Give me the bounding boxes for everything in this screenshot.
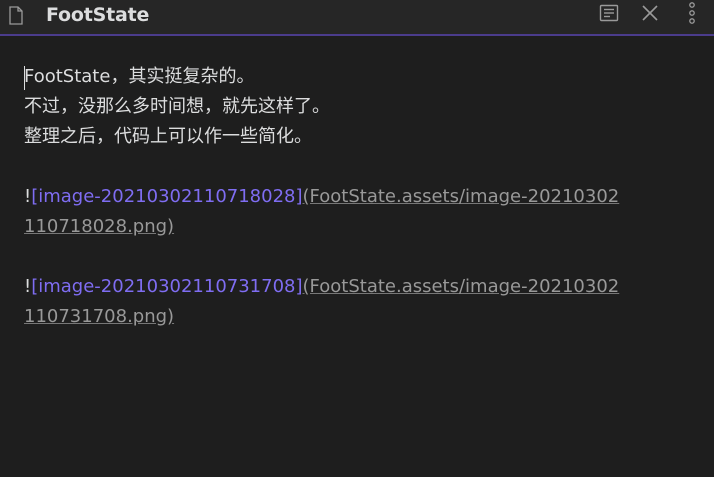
title-bar: FootState [0, 0, 714, 36]
image-embed-line: ![image-20210302110718028](FootState.ass… [24, 182, 654, 212]
reading-view-button[interactable] [597, 4, 621, 26]
text-line: FootState，其实挺复杂的。 [24, 62, 654, 92]
image-alt-text[interactable]: [image-20210302110718028] [31, 186, 302, 207]
image-embed-line-wrap: 110731708.png) [24, 302, 654, 332]
text-line: 整理之后，代码上可以作一些简化。 [24, 126, 312, 147]
close-button[interactable] [638, 4, 662, 26]
image-embed-line: ![image-20210302110731708](FootState.ass… [24, 272, 654, 302]
page-title: FootState [46, 4, 150, 26]
text-line: 不过，没那么多时间想，就先这样了。 [24, 96, 330, 117]
image-alt-text[interactable]: [image-20210302110731708] [31, 276, 302, 297]
editor-content[interactable]: FootState，其实挺复杂的。 不过，没那么多时间想，就先这样了。 整理之后… [24, 62, 654, 332]
more-options-button[interactable] [680, 2, 704, 28]
image-embed-line-wrap: 110718028.png) [24, 212, 654, 242]
text-cursor [24, 66, 25, 90]
image-link-url[interactable]: (FootState.assets/image-20210302 [303, 276, 620, 297]
image-link-url[interactable]: 110731708.png) [24, 306, 174, 327]
image-link-url[interactable]: (FootState.assets/image-20210302 [303, 186, 620, 207]
reading-view-icon [599, 4, 619, 26]
close-icon [641, 4, 659, 26]
image-link-url[interactable]: 110718028.png) [24, 216, 174, 237]
file-icon [9, 6, 23, 25]
more-options-icon [688, 2, 696, 28]
